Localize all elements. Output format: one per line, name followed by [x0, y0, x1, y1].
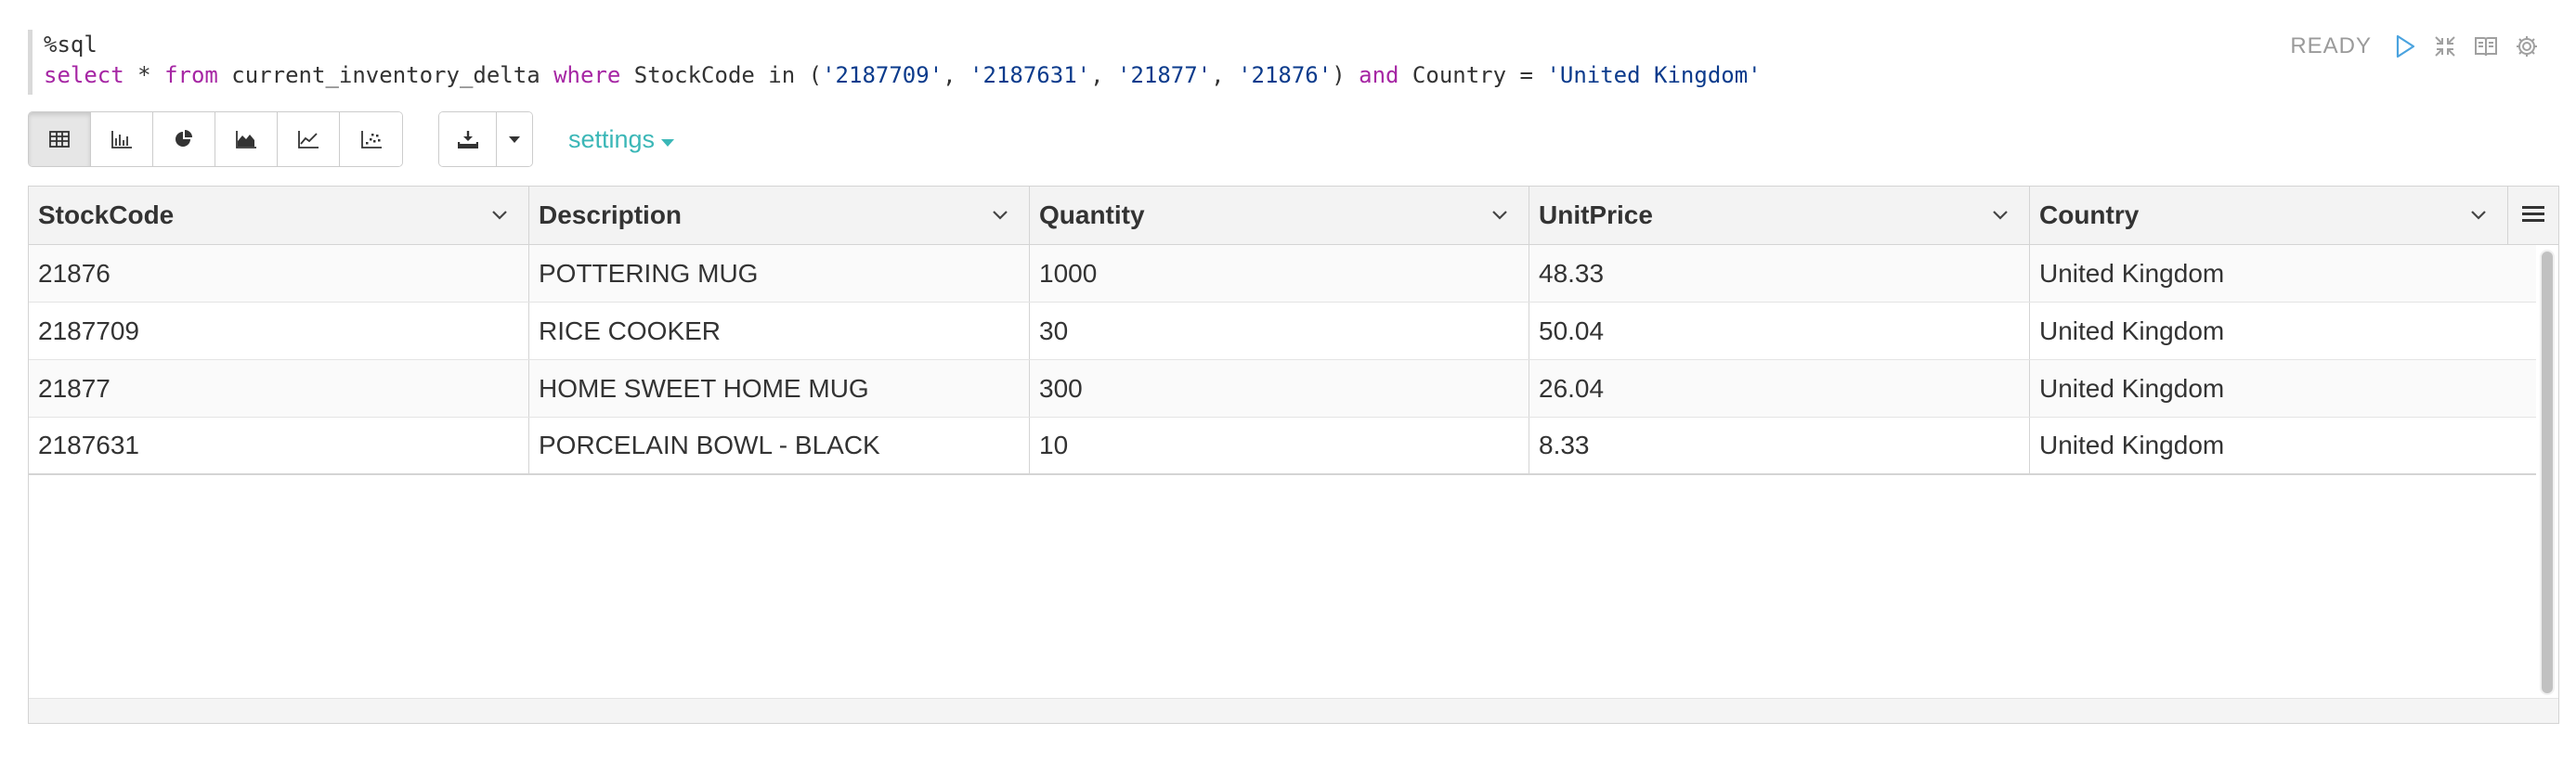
- table-cell: PORCELAIN BOWL - BLACK: [529, 418, 1030, 473]
- download-button[interactable]: [439, 112, 497, 166]
- column-header-label: Description: [539, 200, 683, 229]
- bar-chart-icon: [111, 130, 133, 148]
- separator-3: ,: [1211, 62, 1239, 88]
- table-cell: 21877: [29, 360, 529, 417]
- bar-chart-button[interactable]: [91, 112, 153, 166]
- column-header-unitprice[interactable]: UnitPrice: [1529, 187, 2030, 244]
- scatter-chart-button[interactable]: [340, 112, 402, 166]
- code-editor[interactable]: %sql select * from current_inventory_del…: [28, 30, 2291, 95]
- column-header-label: Quantity: [1039, 200, 1145, 229]
- table-icon: [49, 131, 70, 148]
- result-table: StockCode Description Quantity UnitPrice: [28, 186, 2559, 724]
- table-cell: United Kingdom: [2039, 431, 2225, 459]
- table-cell: 300: [1030, 360, 1529, 417]
- table-row: 2187631 PORCELAIN BOWL - BLACK 10 8.33 U…: [29, 418, 2536, 475]
- status-label: READY: [2290, 33, 2372, 58]
- area-chart-button[interactable]: [215, 112, 278, 166]
- table-cell: RICE COOKER: [529, 303, 1030, 359]
- table-cell: United Kingdom: [2039, 258, 2225, 288]
- gear-icon[interactable]: [2515, 34, 2539, 58]
- paragraph-status-bar: READY: [2290, 33, 2539, 59]
- table-cell: 26.04: [1529, 360, 2030, 417]
- string-code-3: '21877': [1117, 62, 1212, 88]
- caret-down-icon: [660, 125, 675, 154]
- play-icon[interactable]: [2394, 34, 2416, 58]
- book-icon[interactable]: [2474, 35, 2498, 58]
- settings-toggle[interactable]: settings: [568, 125, 675, 154]
- column-header-description[interactable]: Description: [529, 187, 1030, 244]
- caret-down-icon: [508, 135, 521, 144]
- separator-2: ,: [1090, 62, 1117, 88]
- line-chart-icon: [297, 130, 319, 148]
- visualization-toolbar: settings: [28, 111, 675, 167]
- chevron-down-icon[interactable]: [1992, 210, 2009, 221]
- table-row: 21877 HOME SWEET HOME MUG 300 26.04 Unit…: [29, 360, 2536, 418]
- where-keyword: where: [553, 62, 621, 88]
- notebook-paragraph: %sql select * from current_inventory_del…: [0, 0, 2576, 761]
- table-body: 21876 POTTERING MUG 1000 48.33 United Ki…: [29, 245, 2536, 475]
- string-country: 'United Kingdom': [1546, 62, 1762, 88]
- field-country-token: Country =: [1399, 62, 1547, 88]
- column-header-stockcode[interactable]: StockCode: [29, 187, 529, 244]
- pie-chart-icon: [174, 129, 194, 149]
- hamburger-menu-icon: [2522, 204, 2544, 227]
- pie-chart-button[interactable]: [153, 112, 215, 166]
- column-header-label: Country: [2039, 200, 2140, 229]
- download-button-group: [438, 111, 533, 167]
- download-icon: [457, 130, 478, 148]
- table-cell: 30: [1030, 303, 1529, 359]
- scrollbar-thumb[interactable]: [2542, 252, 2553, 693]
- chevron-down-icon[interactable]: [2470, 210, 2487, 221]
- chevron-down-icon[interactable]: [491, 210, 508, 221]
- settings-label: settings: [568, 124, 656, 153]
- table-cell: 1000: [1030, 245, 1529, 302]
- table-cell: United Kingdom: [2039, 373, 2225, 403]
- column-header-quantity[interactable]: Quantity: [1030, 187, 1529, 244]
- and-keyword: and: [1359, 62, 1399, 88]
- table-name-token: current_inventory_delta: [217, 62, 554, 88]
- table-view-button[interactable]: [29, 112, 91, 166]
- string-code-1: '2187709': [822, 62, 943, 88]
- star-token: *: [124, 62, 165, 88]
- chart-type-button-group: [28, 111, 403, 167]
- area-chart-icon: [235, 130, 257, 148]
- magic-line: %sql: [44, 32, 98, 58]
- field-stockcode-token: StockCode in (: [620, 62, 823, 88]
- close-paren-token: ): [1332, 62, 1360, 88]
- line-chart-button[interactable]: [278, 112, 340, 166]
- download-options-button[interactable]: [497, 112, 532, 166]
- chevron-down-icon[interactable]: [1491, 210, 1508, 221]
- string-code-4: '21876': [1238, 62, 1333, 88]
- table-cell: 2187631: [29, 418, 529, 473]
- grid-menu-button[interactable]: [2508, 187, 2558, 244]
- table-row: 21876 POTTERING MUG 1000 48.33 United Ki…: [29, 245, 2536, 303]
- table-cell: 10: [1030, 418, 1529, 473]
- table-cell: 8.33: [1529, 418, 2030, 473]
- chevron-down-icon[interactable]: [992, 210, 1008, 221]
- horizontal-scrollbar[interactable]: [29, 698, 2558, 723]
- table-cell: 48.33: [1529, 245, 2030, 302]
- string-code-2: '2187631': [969, 62, 1091, 88]
- table-cell: United Kingdom: [2039, 316, 2225, 345]
- separator-1: ,: [943, 62, 970, 88]
- table-cell: 21876: [29, 245, 529, 302]
- select-keyword: select: [44, 62, 124, 88]
- collapse-icon[interactable]: [2433, 34, 2457, 58]
- table-header: StockCode Description Quantity UnitPrice: [29, 187, 2558, 245]
- from-keyword: from: [164, 62, 218, 88]
- column-header-country[interactable]: Country: [2030, 187, 2508, 244]
- table-cell: 50.04: [1529, 303, 2030, 359]
- scatter-chart-icon: [360, 130, 383, 148]
- table-cell: 2187709: [29, 303, 529, 359]
- vertical-scrollbar[interactable]: [2540, 250, 2555, 695]
- column-header-label: StockCode: [38, 200, 175, 229]
- table-cell: POTTERING MUG: [529, 245, 1030, 302]
- table-cell: HOME SWEET HOME MUG: [529, 360, 1030, 417]
- table-row: 2187709 RICE COOKER 30 50.04 United King…: [29, 303, 2536, 360]
- query-line: select * from current_inventory_delta wh…: [44, 62, 1762, 88]
- column-header-label: UnitPrice: [1539, 200, 1653, 229]
